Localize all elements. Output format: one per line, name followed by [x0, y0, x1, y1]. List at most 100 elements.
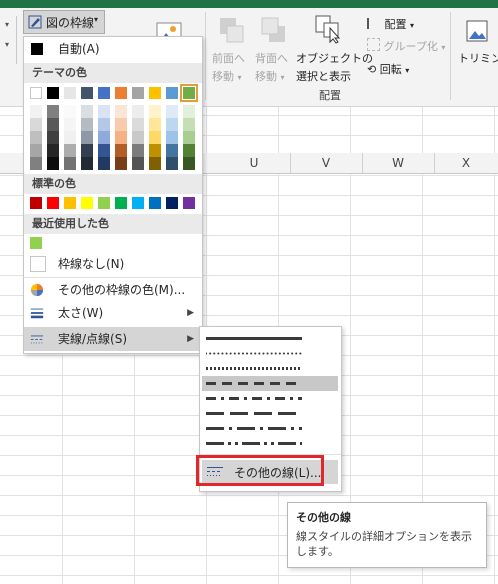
column-header-v[interactable]: V: [290, 153, 363, 173]
column-header-x[interactable]: X: [434, 153, 498, 173]
dashes-item[interactable]: 実線/点線(S) ▶: [24, 327, 202, 351]
theme-color-swatch[interactable]: [98, 87, 110, 99]
theme-color-swatch[interactable]: [30, 87, 42, 99]
dash-option-long-dash[interactable]: [202, 406, 338, 421]
group-button[interactable]: グループ化 ▾: [367, 38, 445, 54]
column-header-w[interactable]: W: [362, 153, 435, 173]
align-button[interactable]: 配置 ▾: [367, 16, 414, 32]
theme-color-shade-swatch[interactable]: [98, 118, 110, 131]
theme-color-shade-swatch[interactable]: [183, 118, 195, 131]
theme-color-shade-swatch[interactable]: [166, 105, 178, 118]
theme-color-shade-swatch[interactable]: [81, 105, 93, 118]
no-outline-item[interactable]: 枠線なし(N): [24, 253, 202, 275]
theme-color-shade-swatch[interactable]: [81, 157, 93, 170]
standard-color-swatch[interactable]: [64, 197, 76, 209]
theme-color-shade-swatch[interactable]: [132, 144, 144, 157]
theme-color-shade-swatch[interactable]: [132, 157, 144, 170]
theme-color-swatch[interactable]: [180, 84, 198, 102]
theme-color-shade-swatch[interactable]: [132, 105, 144, 118]
picture-border-button[interactable]: 図の枠線 ▾: [23, 10, 105, 34]
theme-color-shade-swatch[interactable]: [183, 105, 195, 118]
standard-color-swatch[interactable]: [98, 197, 110, 209]
standard-color-swatch[interactable]: [47, 197, 59, 209]
send-backward-label-1: 背面へ: [255, 52, 288, 65]
theme-color-shade-swatch[interactable]: [98, 144, 110, 157]
dash-option-round-dot[interactable]: [202, 346, 338, 361]
dash-option-dash[interactable]: [202, 376, 338, 391]
more-outline-colors-item[interactable]: その他の枠線の色(M)...: [24, 279, 202, 301]
theme-color-shade-swatch[interactable]: [115, 157, 127, 170]
theme-color-shade-swatch[interactable]: [149, 118, 161, 131]
theme-color-swatch[interactable]: [47, 87, 59, 99]
automatic-color-item[interactable]: 自動(A): [24, 38, 202, 60]
standard-color-swatch[interactable]: [30, 197, 42, 209]
theme-color-shade-swatch[interactable]: [115, 131, 127, 144]
theme-color-shade-swatch[interactable]: [149, 105, 161, 118]
standard-color-swatch[interactable]: [183, 197, 195, 209]
rotate-button[interactable]: ⟲ 回転 ▾: [367, 61, 409, 77]
standard-color-swatch[interactable]: [81, 197, 93, 209]
theme-color-shade-swatch[interactable]: [98, 157, 110, 170]
theme-color-shade-swatch[interactable]: [166, 157, 178, 170]
no-outline-label: 枠線なし(N): [58, 257, 125, 271]
dash-option-square-dot[interactable]: [202, 361, 338, 376]
theme-color-shade-swatch[interactable]: [149, 131, 161, 144]
theme-color-shade-swatch[interactable]: [115, 118, 127, 131]
theme-color-shade-swatch[interactable]: [183, 131, 195, 144]
bring-forward-button[interactable]: 前面へ 移動 ▾: [212, 50, 245, 84]
theme-color-shade-swatch[interactable]: [98, 131, 110, 144]
standard-color-swatch[interactable]: [132, 197, 144, 209]
weight-item[interactable]: 太さ(W) ▶: [24, 302, 202, 324]
theme-color-shade-swatch[interactable]: [149, 157, 161, 170]
theme-color-shade-swatch[interactable]: [166, 118, 178, 131]
theme-color-shade-swatch[interactable]: [30, 157, 42, 170]
column-header-u[interactable]: U: [218, 153, 291, 173]
theme-color-swatch[interactable]: [115, 87, 127, 99]
dash-option-dash-dot[interactable]: [202, 391, 338, 406]
dash-option-long-dash-dot[interactable]: [202, 421, 338, 436]
theme-color-shade-swatch[interactable]: [81, 118, 93, 131]
theme-color-swatch[interactable]: [64, 87, 76, 99]
theme-color-shade-swatch[interactable]: [81, 144, 93, 157]
theme-color-shade-swatch[interactable]: [64, 131, 76, 144]
theme-color-shade-swatch[interactable]: [81, 131, 93, 144]
theme-color-shade-swatch[interactable]: [64, 118, 76, 131]
selection-pane-button[interactable]: オブジェクトの 選択と表示: [296, 50, 373, 84]
theme-color-swatch[interactable]: [81, 87, 93, 99]
theme-color-shade-swatch[interactable]: [132, 118, 144, 131]
theme-color-shade-swatch[interactable]: [30, 144, 42, 157]
theme-color-shade-swatch[interactable]: [183, 144, 195, 157]
theme-color-swatch[interactable]: [149, 87, 161, 99]
theme-color-shade-swatch[interactable]: [115, 144, 127, 157]
recent-color-swatch[interactable]: [30, 237, 42, 249]
ribbon-scroll-strip[interactable]: ▾ ▾: [2, 16, 17, 64]
theme-color-shade-swatch[interactable]: [64, 144, 76, 157]
send-backward-button[interactable]: 背面へ 移動 ▾: [255, 50, 288, 84]
theme-color-shade-swatch[interactable]: [183, 157, 195, 170]
dash-option-long-dash-dot-dot[interactable]: [202, 436, 338, 451]
theme-color-shade-swatch[interactable]: [64, 157, 76, 170]
theme-color-shade-swatch[interactable]: [132, 131, 144, 144]
theme-color-shade-swatch[interactable]: [149, 144, 161, 157]
theme-color-shade-swatch[interactable]: [64, 105, 76, 118]
theme-color-shade-swatch[interactable]: [47, 144, 59, 157]
theme-color-shade-swatch[interactable]: [30, 131, 42, 144]
crop-button[interactable]: トリミング: [458, 50, 498, 66]
standard-color-swatch[interactable]: [166, 197, 178, 209]
theme-color-shade-swatch[interactable]: [47, 105, 59, 118]
dash-option-solid[interactable]: [202, 331, 338, 346]
theme-color-shade-swatch[interactable]: [115, 105, 127, 118]
theme-color-shade-swatch[interactable]: [166, 131, 178, 144]
theme-color-shade-swatch[interactable]: [30, 105, 42, 118]
theme-color-swatch[interactable]: [132, 87, 144, 99]
standard-color-swatch[interactable]: [149, 197, 161, 209]
theme-color-shade-swatch[interactable]: [30, 118, 42, 131]
theme-color-shade-swatch[interactable]: [166, 144, 178, 157]
theme-color-shade-swatch[interactable]: [47, 118, 59, 131]
theme-color-shade-swatch[interactable]: [47, 131, 59, 144]
standard-color-swatch[interactable]: [115, 197, 127, 209]
theme-color-swatch[interactable]: [166, 87, 178, 99]
theme-color-shade-swatch[interactable]: [98, 105, 110, 118]
color-wheel-icon: [30, 283, 44, 297]
theme-color-shade-swatch[interactable]: [47, 157, 59, 170]
